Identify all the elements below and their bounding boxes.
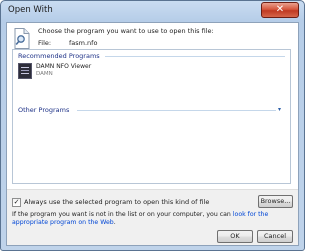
close-button[interactable]: ✕: [261, 2, 299, 18]
always-use-label[interactable]: Always use the selected program to open …: [24, 198, 209, 206]
open-with-dialog: Open With ✕ Choose the program you want …: [0, 0, 305, 251]
program-list[interactable]: Recommended Programs DAMN NFO Viewer DAM…: [12, 49, 291, 184]
file-label: File:: [38, 39, 52, 47]
info-text-after: .: [113, 219, 116, 226]
always-use-checkbox[interactable]: ✓: [12, 198, 21, 207]
program-item-damn-nfo-viewer[interactable]: DAMN NFO Viewer DAMN: [18, 62, 138, 83]
file-name: fasm.nfo: [69, 39, 98, 47]
nfo-viewer-icon: [18, 63, 32, 79]
cancel-button[interactable]: Cancel: [257, 230, 293, 243]
info-text-before: If the program you want is not in the li…: [12, 211, 233, 218]
document-search-icon: [14, 28, 30, 49]
title-bar: Open With ✕: [1, 1, 304, 23]
window-title: Open With: [8, 5, 53, 15]
chevron-down-icon[interactable]: ▾: [278, 106, 281, 113]
browse-button[interactable]: Browse...: [258, 195, 293, 208]
prompt-text: Choose the program you want to use to op…: [38, 27, 214, 35]
info-text: If the program you want is not in the li…: [12, 211, 292, 227]
other-programs-divider: [77, 110, 276, 111]
ok-button[interactable]: OK: [217, 230, 253, 243]
dialog-body: Choose the program you want to use to op…: [6, 22, 299, 246]
recommended-divider: [105, 56, 285, 57]
program-name: DAMN NFO Viewer: [36, 63, 92, 70]
program-vendor: DAMN: [36, 71, 53, 77]
other-programs-label: Other Programs: [18, 106, 70, 114]
